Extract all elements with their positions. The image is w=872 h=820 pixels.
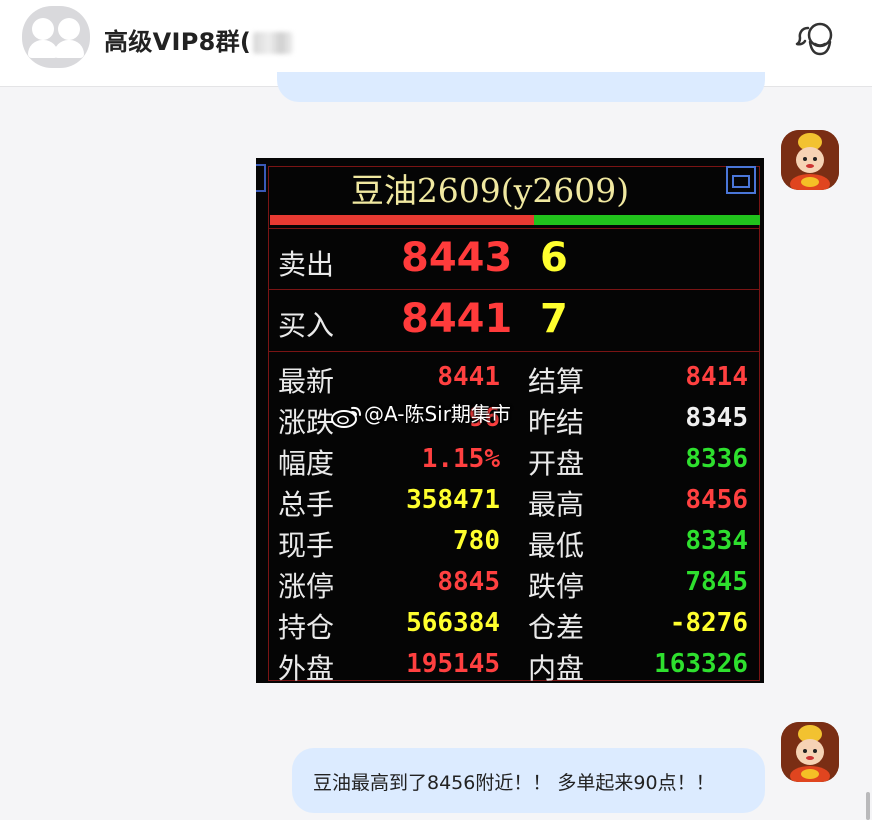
stat-value: 195145 [406, 649, 500, 679]
stat-label: 跌停 [528, 570, 585, 603]
group-members-icon[interactable] [794, 16, 838, 60]
stat-label: 最低 [528, 529, 585, 562]
panel-side-icon [256, 164, 266, 192]
sell-strength-bar [270, 215, 534, 225]
stat-value: 8334 [685, 526, 748, 556]
stat-label: 结算 [528, 365, 585, 398]
stat-label: 持仓 [278, 611, 335, 644]
stat-value: 8336 [685, 444, 748, 474]
watermark-text: @A-陈Sir期集市 [364, 402, 511, 426]
stat-value: 8414 [685, 362, 748, 392]
quote-title: 豆油2609(y2609) [350, 171, 630, 210]
stat-label: 最新 [278, 365, 335, 398]
stat-row: 最新 8441 结算 8414 [268, 358, 760, 399]
stat-row: 幅度 1.15% 开盘 8336 [268, 440, 760, 481]
buy-label: 买入 [278, 309, 335, 342]
scrollbar-thumb[interactable] [866, 792, 870, 820]
group-name: 高级VIP8群( [104, 28, 252, 56]
buy-row: 买入 8441 7 [268, 290, 760, 352]
window-icon [726, 166, 756, 194]
stat-label: 幅度 [278, 447, 335, 480]
redacted-text [253, 32, 294, 54]
stat-value: 8845 [437, 567, 500, 597]
stat-row: 现手 780 最低 8334 [268, 522, 760, 563]
sell-row: 卖出 8443 6 [268, 228, 760, 290]
stat-value: 780 [453, 526, 500, 556]
stat-label: 仓差 [528, 611, 585, 644]
previous-message-bubble[interactable] [277, 72, 765, 102]
buy-volume: 7 [540, 296, 568, 342]
stat-label: 涨停 [278, 570, 335, 603]
weibo-watermark: @A-陈Sir期集市 [330, 398, 511, 428]
stat-value: 163326 [654, 649, 748, 679]
stat-row: 持仓 566384 仓差 -8276 [268, 604, 760, 645]
stat-value: 7845 [685, 567, 748, 597]
stat-row: 涨停 8845 跌停 7845 [268, 563, 760, 604]
stat-label: 总手 [278, 488, 335, 521]
stat-value: 8441 [437, 362, 500, 392]
sender-avatar[interactable] [781, 130, 839, 190]
stat-label: 涨跌 [278, 406, 335, 439]
stat-label: 开盘 [528, 447, 585, 480]
sell-volume: 6 [540, 235, 568, 281]
buy-price: 8441 [401, 296, 513, 342]
weibo-icon [330, 404, 364, 428]
stat-label: 最高 [528, 488, 585, 521]
stat-value: -8276 [669, 608, 748, 638]
group-title[interactable]: 高级VIP8群( [104, 22, 294, 57]
sell-label: 卖出 [278, 248, 335, 281]
stat-label: 昨结 [528, 406, 585, 439]
sell-price: 8443 [401, 235, 513, 281]
stat-value: 8345 [685, 403, 748, 433]
stat-value: 566384 [406, 608, 500, 638]
buy-strength-bar [534, 215, 760, 225]
stat-row: 外盘 195145 内盘 163326 [268, 645, 760, 683]
stat-value: 1.15% [421, 444, 500, 474]
sender-avatar[interactable] [781, 722, 839, 782]
stat-label: 内盘 [528, 652, 585, 683]
message-text: 豆油最高到了8456附近！！ 多单起来90点！！ [313, 772, 715, 794]
stat-label: 外盘 [278, 652, 335, 683]
stat-label: 现手 [278, 529, 335, 562]
text-message-bubble[interactable]: 豆油最高到了8456附近！！ 多单起来90点！！ [292, 748, 765, 813]
stat-value: 8456 [685, 485, 748, 515]
stat-row: 总手 358471 最高 8456 [268, 481, 760, 522]
group-avatar[interactable] [22, 6, 90, 68]
stat-value: 358471 [406, 485, 500, 515]
